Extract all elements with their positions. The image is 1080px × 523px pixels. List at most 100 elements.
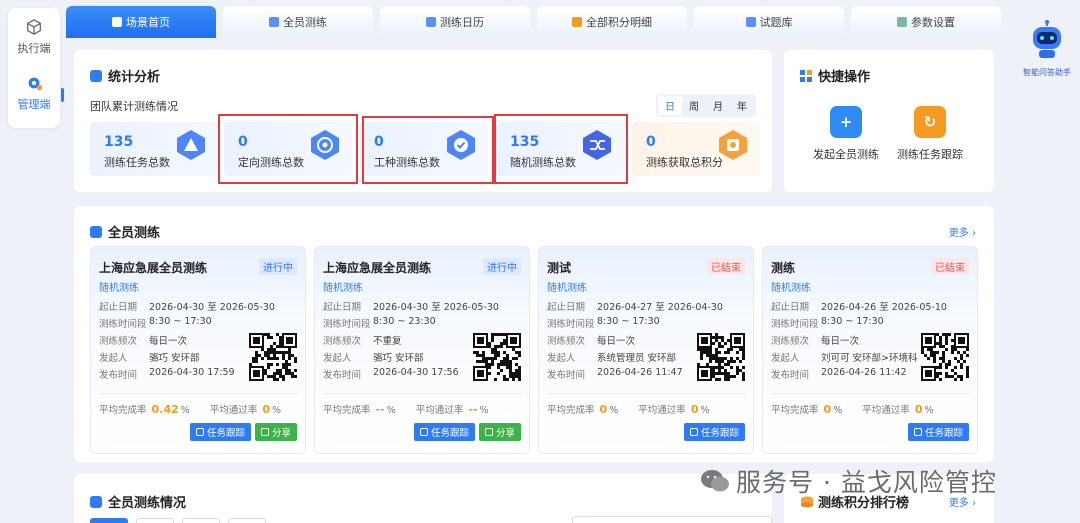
- divider: [771, 393, 969, 394]
- card-row-key: 测练时间段: [99, 319, 147, 330]
- watermark-text: 服务号 · 益戈风险管控: [736, 468, 997, 497]
- card-row-value: 每日一次: [821, 336, 860, 347]
- stats-panel: 统计分析 团队累计测练情况 日 周 月 年 135 测练任务总数 0 定向测练总…: [74, 50, 772, 192]
- card-actions: 任务跟踪 分享: [413, 423, 521, 441]
- situation-panel: 全员测练情况: [74, 474, 772, 523]
- task-track-button[interactable]: 任务跟踪: [683, 423, 745, 441]
- calendar-icon: [426, 17, 436, 27]
- robot-icon: [1033, 20, 1061, 58]
- stat-label: 测练获取总积分: [646, 156, 723, 169]
- start-training-button[interactable]: + 发起全员测练: [806, 106, 886, 162]
- training-card[interactable]: 测试 已结束 随机测练 起止日期 2026-04-27 至 2026-04-30…: [538, 246, 754, 454]
- training-card[interactable]: 上海应急展全员测练 进行中 随机测练 起止日期 2026-04-30 至 202…: [90, 246, 306, 454]
- situation-tab[interactable]: [182, 518, 220, 523]
- stats-title: 统计分析: [90, 66, 160, 85]
- period-switcher: 日 周 月 年: [656, 94, 756, 117]
- highlight-box: [494, 114, 628, 184]
- card-row-key: 发起人: [323, 353, 352, 364]
- card-metrics: 平均完成率 0.42% 平均通过率 0%: [99, 402, 281, 416]
- training-more-link[interactable]: 更多 ›: [949, 224, 976, 239]
- card-row-value: 系统管理员 安环部: [597, 353, 677, 364]
- situation-filter-input[interactable]: [572, 516, 772, 523]
- stats-subtitle: 团队累计测练情况: [90, 100, 178, 113]
- card-row-value: 2026-04-30 至 2026-05-30: [149, 302, 275, 313]
- assistant-button[interactable]: 智能问答助手: [1018, 20, 1076, 78]
- status-badge: 已结束: [707, 258, 745, 275]
- unit: %: [700, 405, 710, 416]
- more-text: 更多: [948, 498, 969, 509]
- gear-icon: [28, 77, 43, 91]
- task-track-button[interactable]: 任务跟踪: [907, 423, 969, 441]
- manage-side-button[interactable]: 管理端: [8, 74, 64, 112]
- share-icon: [260, 428, 269, 436]
- divider: [323, 393, 521, 394]
- situation-tab[interactable]: [136, 518, 174, 523]
- tab-question-bank[interactable]: 试题库: [694, 6, 844, 38]
- share-button[interactable]: 分享: [254, 423, 297, 441]
- list-icon: [745, 17, 756, 27]
- task-track-button[interactable]: 任务跟踪: [189, 423, 251, 441]
- card-actions: 任务跟踪: [907, 423, 969, 441]
- card-row-value: 2026-04-30 17:59: [149, 367, 235, 378]
- track-icon: [195, 428, 204, 436]
- card-type: 随机测练: [771, 283, 811, 294]
- card-metrics: 平均完成率 --% 平均通过率 --%: [323, 402, 489, 416]
- tab-all-training[interactable]: 全员测练: [223, 6, 373, 38]
- situation-tab[interactable]: [90, 518, 128, 523]
- period-month[interactable]: 月: [706, 96, 730, 115]
- period-week[interactable]: 周: [682, 96, 706, 115]
- card-row-value: 2026-04-26 至 2026-05-10: [821, 302, 947, 313]
- plus-doc-icon: +: [830, 106, 862, 138]
- doc-chart-icon: [90, 495, 102, 508]
- card-row-key: 测练时间段: [771, 319, 819, 330]
- tab-points[interactable]: 全部积分明细: [537, 6, 687, 38]
- assistant-label: 智能问答助手: [1023, 68, 1071, 77]
- stat-value: 135: [104, 134, 134, 150]
- period-year[interactable]: 年: [730, 96, 754, 115]
- tab-label: 全员测练: [283, 16, 327, 29]
- completion-value: 0.42: [151, 403, 179, 416]
- side-switcher: 执行端 管理端: [8, 8, 64, 128]
- card-row-value: 8:30 ~ 17:30: [597, 316, 660, 327]
- tab-calendar[interactable]: 测练日历: [380, 6, 530, 38]
- card-row-value: 骆巧 安环部: [373, 353, 424, 364]
- situation-title: 全员测练情况: [90, 492, 186, 511]
- highlight-box: [218, 114, 358, 184]
- card-row-value: 每日一次: [597, 336, 636, 347]
- track-task-button[interactable]: ↻ 测练任务跟踪: [890, 106, 970, 162]
- tab-settings[interactable]: 参数设置: [851, 6, 1001, 38]
- tab-home[interactable]: 场景首页: [66, 6, 216, 38]
- exec-side-button[interactable]: 执行端: [8, 18, 60, 56]
- card-row-key: 起止日期: [547, 302, 586, 313]
- card-row-key: 测练时间段: [323, 319, 371, 330]
- share-label: 分享: [271, 428, 291, 439]
- unit: %: [833, 405, 843, 416]
- card-row-key: 起止日期: [771, 302, 810, 313]
- card-row-key: 发布时间: [99, 370, 138, 381]
- track-label: 任务跟踪: [700, 428, 739, 439]
- track-icon: [913, 428, 922, 436]
- situation-tab[interactable]: [228, 518, 266, 523]
- situation-tabs: [90, 518, 266, 523]
- unit: %: [180, 405, 190, 416]
- card-row-value: 不重复: [373, 336, 402, 347]
- completion-label: 平均完成率: [99, 405, 147, 416]
- pass-value: --: [468, 403, 478, 416]
- card-row-value: 每日一次: [149, 336, 188, 347]
- training-card[interactable]: 上海应急展全员测练 进行中 随机测练 起止日期 2026-04-30 至 202…: [314, 246, 530, 454]
- manage-side-label: 管理端: [17, 98, 51, 111]
- share-button[interactable]: 分享: [478, 423, 521, 441]
- pass-label: 平均通过率: [209, 405, 258, 416]
- period-day[interactable]: 日: [658, 96, 682, 115]
- status-badge: 已结束: [931, 258, 969, 275]
- card-row-value: 刘可可 安环部>环境科: [821, 353, 918, 364]
- card-row-value: 8:30 ~ 17:30: [821, 316, 884, 327]
- card-row: 测练时间段 8:30 ~ 17:30: [771, 316, 947, 333]
- pass-label: 平均通过率: [415, 405, 464, 416]
- card-type: 随机测练: [323, 283, 363, 294]
- chart-icon: [90, 69, 102, 82]
- track-label: 任务跟踪: [430, 428, 469, 439]
- task-track-button[interactable]: 任务跟踪: [413, 423, 475, 441]
- completion-label: 平均完成率: [547, 405, 595, 416]
- training-card[interactable]: 测练 已结束 随机测练 起止日期 2026-04-26 至 2026-05-10…: [762, 246, 978, 454]
